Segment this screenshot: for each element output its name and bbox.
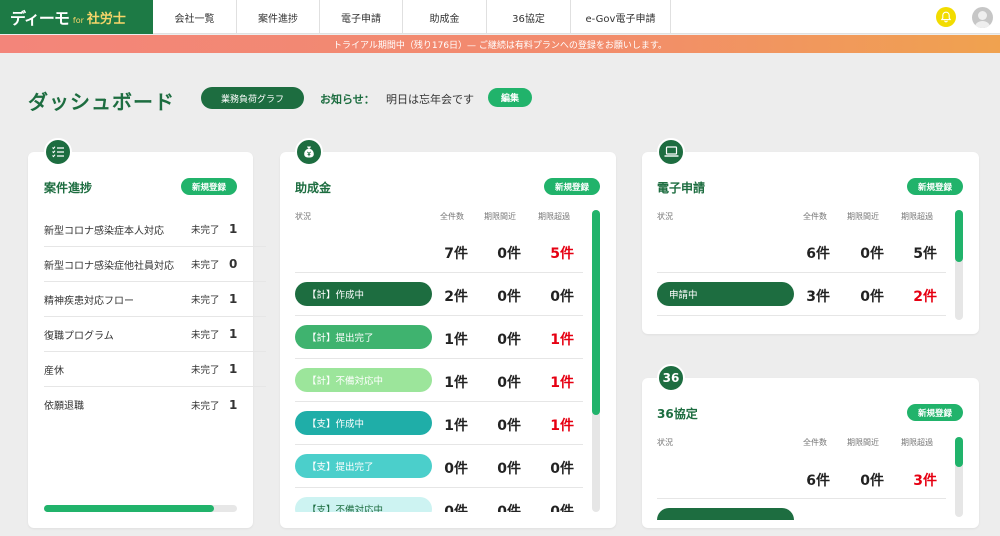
subsidy-row-total: 1件: [444, 375, 468, 391]
subsidy-over: 5件: [550, 246, 574, 262]
subsidy-scrollbar[interactable]: [592, 210, 600, 512]
status-pill[interactable]: 【支】提出完了: [295, 454, 432, 478]
e-application-total: 6件: [806, 246, 830, 262]
column-header-over: 期限超過: [901, 212, 933, 221]
subsidy-row-over: 1件: [550, 332, 574, 348]
agreement-36-new-button[interactable]: 新規登録: [907, 404, 963, 421]
column-header-near: 期限間近: [847, 212, 879, 221]
status-pill[interactable]: 【支】作成中: [295, 411, 432, 435]
subsidy-row-near: 0件: [497, 418, 521, 434]
agreement-36-over: 3件: [913, 473, 937, 489]
subsidy-row-near: 0件: [497, 461, 521, 477]
status-pill[interactable]: 【計】提出完了: [295, 325, 432, 349]
status-pill-partial[interactable]: [657, 508, 794, 520]
subsidy-row-over: 1件: [550, 375, 574, 391]
row-divider: [657, 498, 946, 499]
row-divider: [295, 401, 583, 402]
e-application-new-button[interactable]: 新規登録: [907, 178, 963, 195]
subsidy-near: 0件: [497, 246, 521, 262]
status-pill-applying[interactable]: 申請中: [657, 282, 794, 306]
agreement-36-scrollbar-thumb[interactable]: [955, 437, 963, 467]
e-application-row-over: 2件: [913, 289, 937, 305]
e-application-scrollbar[interactable]: [955, 210, 963, 320]
status-pill[interactable]: 【計】不備対応中: [295, 368, 432, 392]
status-pill[interactable]: 【計】作成中: [295, 282, 432, 306]
row-divider: [295, 272, 583, 273]
subsidy-row-near: 0件: [497, 289, 521, 305]
e-application-scrollbar-thumb[interactable]: [955, 210, 963, 262]
status-pill[interactable]: 【支】不備対応中: [295, 497, 432, 512]
column-header-near: 期限間近: [847, 438, 879, 447]
e-application-row-total: 3件: [806, 289, 830, 305]
subsidy-row-total: 0件: [444, 461, 468, 477]
column-header-over: 期限超過: [901, 438, 933, 447]
agreement-36-total: 6件: [806, 473, 830, 489]
agreement-36-title: 36協定: [657, 407, 698, 421]
row-divider: [295, 487, 583, 488]
laptop-icon: [657, 138, 685, 166]
subsidy-row-total: 0件: [444, 504, 468, 512]
subsidy-row-over: 0件: [550, 504, 574, 512]
agreement-36-near: 0件: [860, 473, 884, 489]
subsidy-row-over: 0件: [550, 289, 574, 305]
subsidy-scrollbar-thumb[interactable]: [592, 210, 600, 415]
row-divider: [657, 272, 946, 273]
subsidy-total: 7件: [444, 246, 468, 262]
e-application-near: 0件: [860, 246, 884, 262]
row-divider: [657, 315, 946, 316]
column-header-status: 状況: [657, 438, 673, 447]
subsidy-row-over: 0件: [550, 461, 574, 477]
row-divider: [295, 358, 583, 359]
column-header-status: 状況: [657, 212, 673, 221]
subsidy-row-near: 0件: [497, 375, 521, 391]
agreement-36-scrollbar[interactable]: [955, 437, 963, 517]
column-header-total: 全件数: [803, 212, 827, 221]
subsidy-row-over: 1件: [550, 418, 574, 434]
subsidy-row-total: 2件: [444, 289, 468, 305]
e-application-title: 電子申請: [657, 181, 706, 195]
subsidy-row-total: 1件: [444, 418, 468, 434]
subsidy-row-near: 0件: [497, 504, 521, 512]
row-divider: [295, 444, 583, 445]
column-header-total: 全件数: [803, 438, 827, 447]
e-application-row-near: 0件: [860, 289, 884, 305]
row-divider: [295, 315, 583, 316]
subsidy-row-total: 1件: [444, 332, 468, 348]
agreement-36-card: [642, 378, 979, 528]
agreement-36-icon: 36: [657, 364, 685, 392]
e-application-over: 5件: [913, 246, 937, 262]
subsidy-row-near: 0件: [497, 332, 521, 348]
